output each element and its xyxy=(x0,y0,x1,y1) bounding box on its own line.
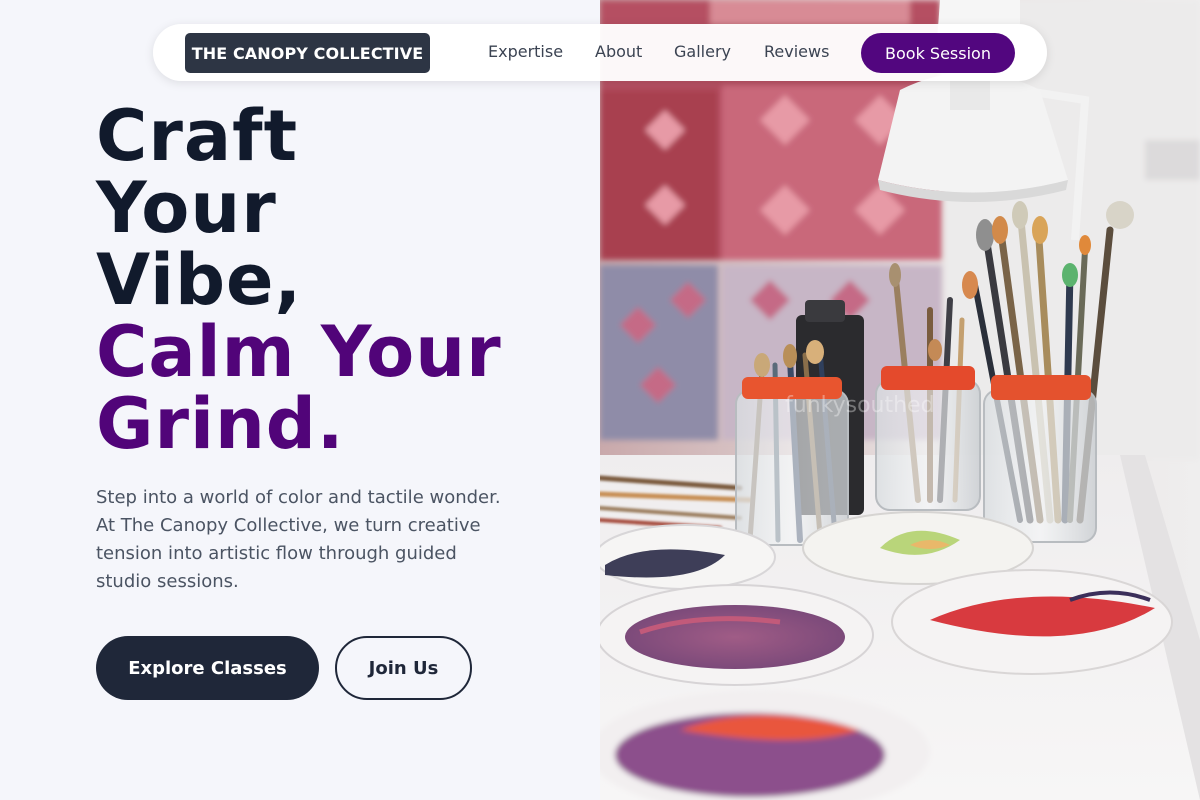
headline-accent-line-1: Calm Your xyxy=(96,311,502,393)
explore-classes-button[interactable]: Explore Classes xyxy=(96,636,319,700)
hero-description: Step into a world of color and tactile w… xyxy=(96,487,501,592)
headline-line-3: Vibe, xyxy=(96,239,303,321)
headline-line-2: Your xyxy=(96,167,277,249)
nav-link-gallery[interactable]: Gallery xyxy=(674,42,731,61)
book-session-button[interactable]: Book Session xyxy=(861,33,1015,73)
navbar: THE CANOPY COLLECTIVE Expertise About Ga… xyxy=(153,24,1047,81)
headline-line-1: Craft xyxy=(96,95,299,177)
nav-link-reviews[interactable]: Reviews xyxy=(764,42,829,61)
hero-headline: Craft Your Vibe, Calm Your Grind. xyxy=(96,100,576,460)
brand-logo[interactable]: THE CANOPY COLLECTIVE xyxy=(185,33,430,73)
hero-image: funkysouthed xyxy=(600,0,1200,800)
headline-accent-line-2: Grind. xyxy=(96,383,345,465)
watermark-text: funkysouthed xyxy=(785,393,935,418)
nav-link-expertise[interactable]: Expertise xyxy=(488,42,563,61)
nav-link-about[interactable]: About xyxy=(595,42,642,61)
hero-page: funkysouthed THE CANOPY COLLECTIVE Exper… xyxy=(0,0,1200,800)
join-us-button[interactable]: Join Us xyxy=(335,636,472,700)
